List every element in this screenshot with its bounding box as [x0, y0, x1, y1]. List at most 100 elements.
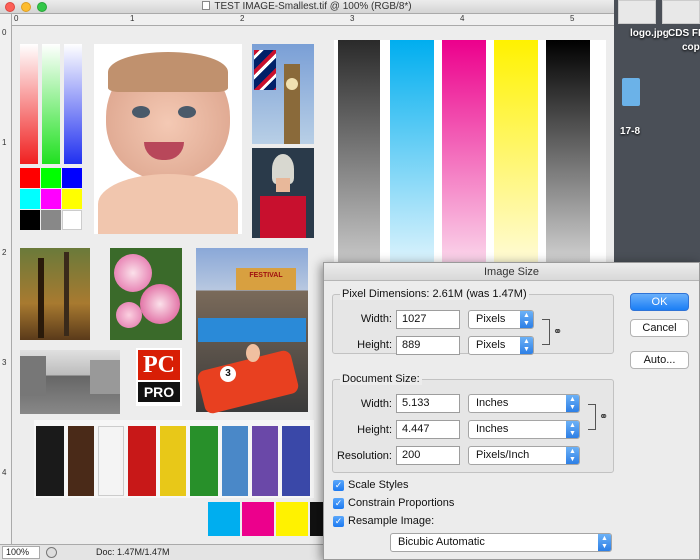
tree-trunk [38, 258, 44, 338]
width-label: Width: [360, 313, 392, 325]
fair-sign-text: FESTIVAL [249, 272, 283, 279]
horizontal-ruler[interactable]: 0 1 2 3 4 5 [12, 14, 614, 26]
zoom-level-field[interactable]: 100% [2, 546, 40, 559]
pixel-width-input[interactable]: 1027 [396, 310, 460, 329]
constrain-proportions-checkbox[interactable]: ✓ [333, 498, 344, 509]
ruler-tick-label: 5 [570, 14, 575, 23]
thread-spools-photo [34, 420, 314, 498]
baby-hair [108, 52, 228, 92]
ride-canopy [198, 318, 306, 342]
vertical-ruler[interactable]: 0 1 2 3 4 [0, 14, 12, 544]
magenta-gradient-bar [442, 40, 486, 274]
flowers-photo [110, 248, 182, 340]
color-patch-yellow [62, 189, 82, 209]
ruler-tick-label: 4 [2, 468, 7, 477]
title-bar[interactable]: TEST IMAGE-Smallest.tif @ 100% (RGB/8*) [0, 0, 614, 14]
resample-image-label[interactable]: Resample Image: [348, 515, 434, 527]
tree-trunk [64, 252, 69, 336]
ruler-tick-label: 1 [130, 14, 135, 23]
gray-gradient-bar [338, 40, 380, 274]
color-patch-magenta [41, 189, 61, 209]
doc-link-bracket [588, 404, 596, 430]
ruler-tick-label: 3 [350, 14, 355, 23]
fairground-photo: FESTIVAL 3 [196, 248, 308, 415]
desktop-file-label[interactable]: cop [682, 42, 700, 53]
blue-spool [222, 426, 248, 496]
scale-styles-label[interactable]: Scale Styles [348, 479, 409, 491]
pixel-height-unit-select[interactable]: Pixels ▲ ▼ [468, 336, 534, 355]
baby-body [98, 174, 238, 234]
navy-spool [282, 426, 310, 496]
pink-flower [140, 284, 180, 324]
cyan-gradient-bar [390, 40, 434, 274]
desktop-file-thumbnail[interactable] [618, 0, 656, 24]
venice-building [90, 360, 120, 394]
baby-photo [94, 44, 242, 234]
chain-link-icon: ⚭ [553, 326, 563, 338]
cancel-button[interactable]: Cancel [630, 319, 689, 337]
doc-width-input[interactable]: 5.133 [396, 394, 460, 413]
desktop-file-label[interactable]: logo.jpg [630, 28, 669, 39]
guard-photo [252, 148, 314, 238]
big-ben-photo [252, 44, 314, 144]
doc-width-unit-value: Inches [476, 397, 509, 409]
resolution-unit-select[interactable]: Pixels/Inch ▲ ▼ [468, 446, 580, 465]
doc-width-label: Width: [360, 398, 392, 410]
pink-flower [114, 254, 152, 292]
ruler-tick-label: 0 [14, 14, 19, 23]
pixel-width-unit-value: Pixels [476, 313, 506, 325]
resample-method-select[interactable]: Bicubic Automatic ▲ ▼ [390, 533, 612, 552]
chain-link-icon: ⚭ [599, 411, 609, 423]
desktop-file-thumbnail[interactable] [662, 0, 700, 24]
resample-method-value: Bicubic Automatic [398, 536, 485, 548]
color-patch-cyan [20, 189, 40, 209]
image-size-dialog: Image Size Pixel Dimensions: 2.61M (was … [323, 262, 700, 560]
yellow-spool [160, 426, 186, 496]
white-spool [98, 426, 124, 496]
status-menu-icon[interactable] [46, 547, 57, 558]
document-icon [202, 1, 211, 10]
screen: logo.jpg CDS FIN cop 17-8 TEST IMAGE-Sma… [0, 0, 700, 560]
blue-gradient-bar [64, 44, 82, 164]
color-patch-black [20, 210, 40, 230]
scale-styles-checkbox[interactable]: ✓ [333, 480, 344, 491]
black-spool [36, 426, 64, 496]
pixel-width-unit-select[interactable]: Pixels ▲ ▼ [468, 310, 534, 329]
ok-button[interactable]: OK [630, 293, 689, 311]
chevron-updown-icon: ▲ ▼ [520, 311, 533, 328]
cyan-square [208, 502, 240, 536]
brown-spool [68, 426, 94, 496]
pixel-height-unit-value: Pixels [476, 339, 506, 351]
yellow-square [276, 502, 308, 536]
venice-bw-photo [20, 350, 120, 414]
doc-height-input[interactable]: 4.447 [396, 420, 460, 439]
desktop-folder-label[interactable]: 17-8 [620, 126, 640, 137]
resample-image-checkbox[interactable]: ✓ [333, 516, 344, 527]
constrain-proportions-label[interactable]: Constrain Proportions [348, 497, 454, 509]
guard-uniform [260, 196, 306, 238]
autumn-trees-photo [20, 248, 90, 340]
folder-icon[interactable] [622, 78, 640, 106]
pc-pro-logo-top: PC [138, 350, 180, 380]
doc-width-unit-select[interactable]: Inches ▲ ▼ [468, 394, 580, 413]
auto-button[interactable]: Auto... [630, 351, 689, 369]
doc-height-unit-select[interactable]: Inches ▲ ▼ [468, 420, 580, 439]
pixel-height-input[interactable]: 889 [396, 336, 460, 355]
green-spool [190, 426, 218, 496]
union-jack-flag [254, 50, 276, 90]
clock-tower [284, 64, 300, 144]
ruler-tick-label: 2 [240, 14, 245, 23]
color-patch-white [62, 210, 82, 230]
document-size-heading: Document Size: [340, 373, 422, 385]
baby-eye-left [132, 106, 150, 118]
doc-height-label: Height: [357, 424, 392, 436]
desktop-file-label[interactable]: CDS FIN [668, 28, 700, 39]
purple-spool [252, 426, 278, 496]
resolution-input[interactable]: 200 [396, 446, 460, 465]
clock-face [286, 78, 298, 90]
height-label: Height: [357, 339, 392, 351]
color-patch-red [20, 168, 40, 188]
red-gradient-bar [20, 44, 38, 164]
document-size-readout[interactable]: Doc: 1.47M/1.47M [96, 547, 170, 557]
pixel-link-bracket [542, 319, 550, 345]
